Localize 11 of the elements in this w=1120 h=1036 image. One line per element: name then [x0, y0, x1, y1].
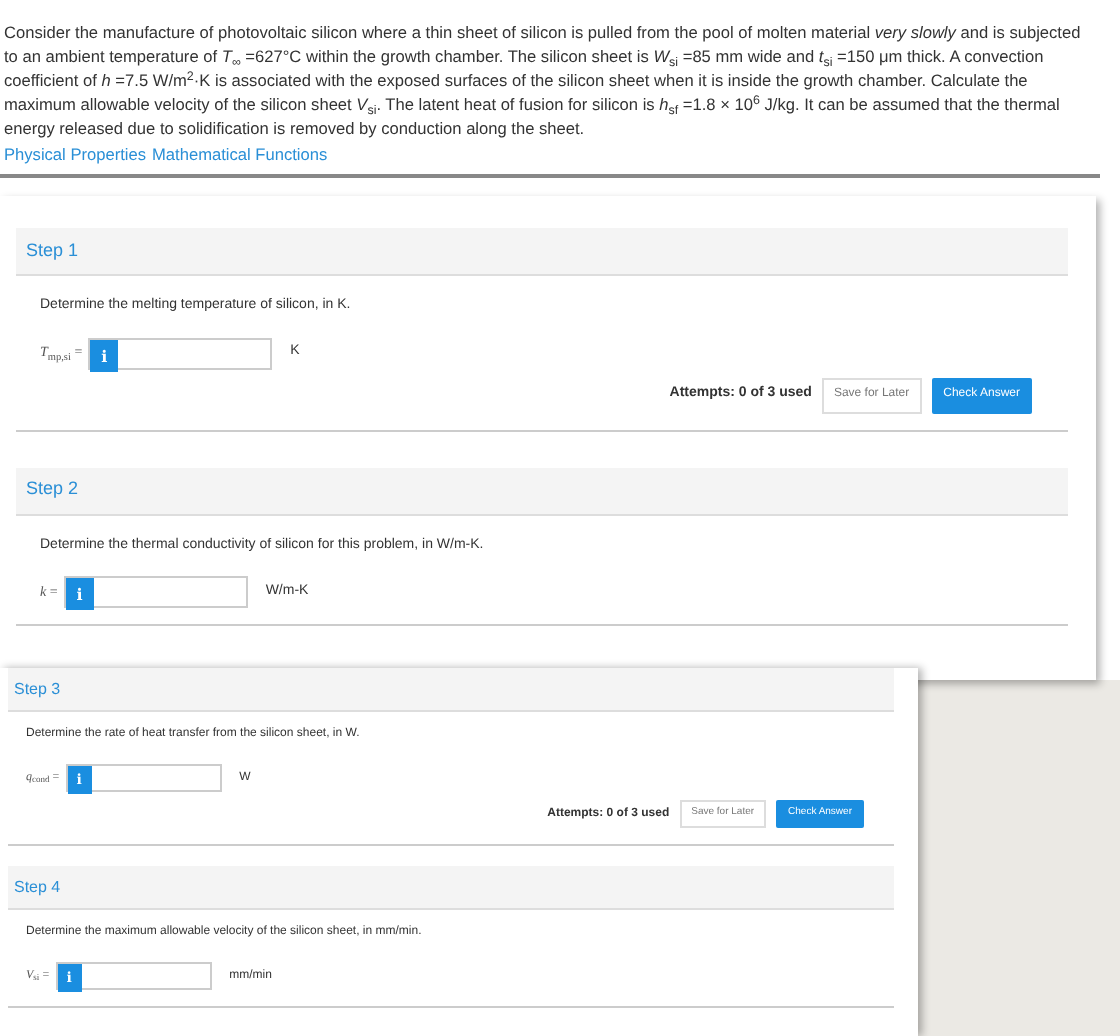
step-title: Step 3 — [14, 677, 61, 701]
resource-link[interactable]: Physical Properties — [4, 142, 147, 167]
step-title: Step 2 — [26, 476, 79, 503]
answer-field[interactable]: i — [88, 337, 273, 369]
answer-field[interactable]: i — [63, 576, 248, 608]
resource-link[interactable]: Mathematical Functions — [152, 142, 328, 167]
step-title: Step 1 — [26, 237, 79, 264]
problem-text: Consider the manufacture of photovoltaic silicon where a thin sheet of silicon is pulled from the pool of molten material very slowly and is subjected to an ambient temperature of T$_{∞}$ =627°C within the growth chamber. The silicon sheet is W$_{si}$ =85 mm wide and t$_{si}$ =150 μm thick. A convection coefficient of h =7.5 W/m$^{2}$·K is associated with the exposed surfaces of the silicon sheet when it is inside the growth chamber. Calculate the maximum allowable velocity of the silicon sheet V$_{si}$. The latent heat of fusion for silicon is h$_{sf}$ =1.8 × 10$^{6}$ J/kg. It can be assumed that the thermal energy released due to solidification is removed by conduction along the sheet. — [4, 20, 1083, 140]
info-button[interactable]: i — [65, 578, 94, 610]
info-button[interactable]: i — [90, 339, 119, 371]
step-title: Step 4 — [14, 875, 61, 899]
